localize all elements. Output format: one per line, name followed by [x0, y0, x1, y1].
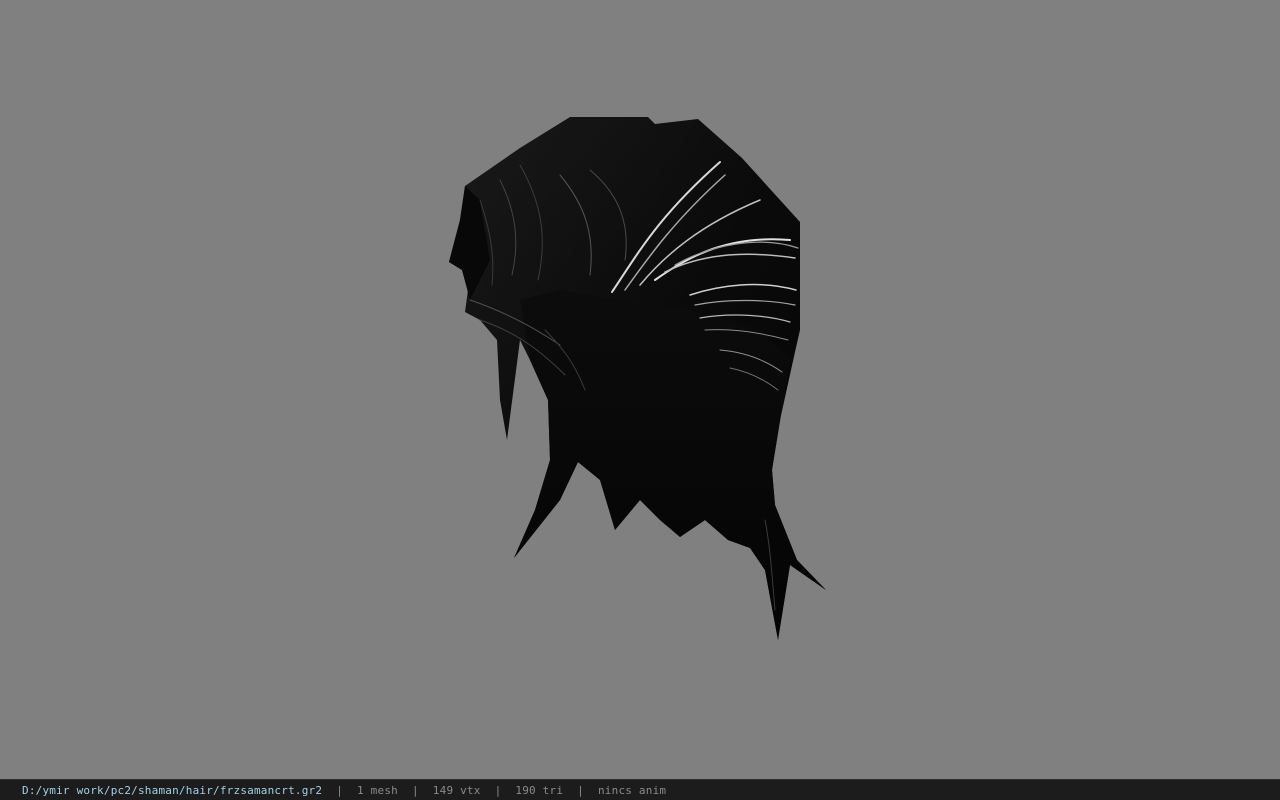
file-path-text: D:/ymir work/pc2/shaman/hair/frzsamancrt… — [22, 783, 323, 797]
anim-status-text: nincs anim — [597, 783, 667, 797]
3d-viewport[interactable] — [0, 0, 1280, 779]
hair-mesh-icon — [449, 117, 826, 640]
vertex-count-text: 149 vtx — [432, 783, 481, 797]
status-bar: D:/ymir work/pc2/shaman/hair/frzsamancrt… — [0, 779, 1280, 800]
separator: | — [411, 783, 419, 797]
triangle-count-text: 190 tri — [515, 783, 564, 797]
separator: | — [336, 783, 344, 797]
separator: | — [577, 783, 584, 797]
separator: | — [494, 783, 502, 797]
mesh-count-text: 1 mesh — [357, 783, 398, 797]
hair-model-render[interactable] — [0, 0, 1280, 779]
